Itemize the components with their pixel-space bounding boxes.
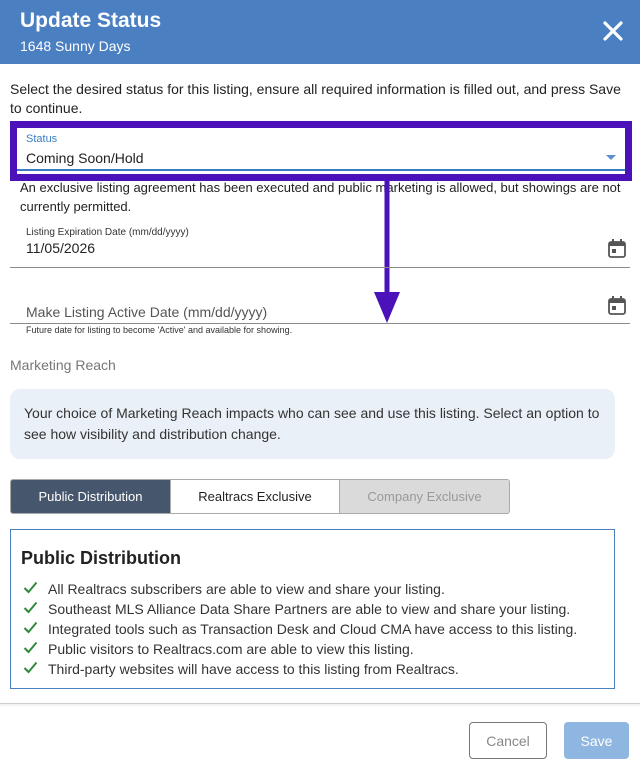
list-item-text: Public visitors to Realtracs.com are abl… [48,641,414,657]
dialog-header: Update Status 1648 Sunny Days [0,0,640,64]
list-item: Third-party websites will have access to… [21,659,604,679]
list-item-text: Third-party websites will have access to… [48,661,459,677]
status-value: Coming Soon/Hold [26,150,144,166]
segment-company-exclusive[interactable]: Company Exclusive [340,480,509,513]
check-icon [23,661,38,674]
marketing-reach-toggle: Public Distribution Realtracs Exclusive … [10,479,510,514]
expiration-date-value: 11/05/2026 [26,240,96,256]
status-description: An exclusive listing agreement has been … [20,180,621,214]
close-icon[interactable] [598,16,628,46]
intro-text: Select the desired status for this listi… [10,81,621,116]
dialog-title: Update Status [20,9,162,32]
calendar-icon[interactable] [608,296,626,315]
status-underline [17,169,625,171]
list-item: Southeast MLS Alliance Data Share Partne… [21,599,604,619]
distribution-title: Public Distribution [21,548,181,568]
distribution-list: All Realtracs subscribers are able to vi… [21,579,604,679]
status-label: Status [26,133,58,145]
expiration-date-field[interactable]: Listing Expiration Date (mm/dd/yyyy) 11/… [10,227,630,268]
active-date-input[interactable]: Make Listing Active Date (mm/dd/yyyy) [26,304,267,320]
dialog-subtitle: 1648 Sunny Days [20,38,131,54]
expiration-date-label: Listing Expiration Date (mm/dd/yyyy) [26,227,189,238]
list-item-text: Integrated tools such as Transaction Des… [48,621,578,637]
list-item: All Realtracs subscribers are able to vi… [21,579,604,599]
marketing-info-box: Your choice of Marketing Reach impacts w… [10,389,615,459]
check-icon [23,621,38,634]
chevron-down-icon[interactable] [606,155,616,160]
distribution-panel: Public Distribution All Realtracs subscr… [10,529,615,689]
list-item-text: All Realtracs subscribers are able to vi… [48,581,445,597]
calendar-icon[interactable] [608,239,626,258]
list-item: Integrated tools such as Transaction Des… [21,619,604,639]
list-item-text: Southeast MLS Alliance Data Share Partne… [48,601,571,617]
save-button[interactable]: Save [564,722,629,759]
active-date-hint: Future date for listing to become 'Activ… [26,325,293,335]
check-icon [23,601,38,614]
segment-public-distribution[interactable]: Public Distribution [11,480,170,513]
active-date-field[interactable]: Make Listing Active Date (mm/dd/yyyy) [10,290,630,324]
segment-realtracs-exclusive[interactable]: Realtracs Exclusive [170,480,340,513]
cancel-button[interactable]: Cancel [469,722,547,759]
status-select[interactable]: Status Coming Soon/Hold [10,121,632,181]
check-icon [23,641,38,654]
footer-divider [0,703,640,704]
check-icon [23,581,38,594]
list-item: Public visitors to Realtracs.com are abl… [21,639,604,659]
marketing-reach-label: Marketing Reach [10,357,116,373]
